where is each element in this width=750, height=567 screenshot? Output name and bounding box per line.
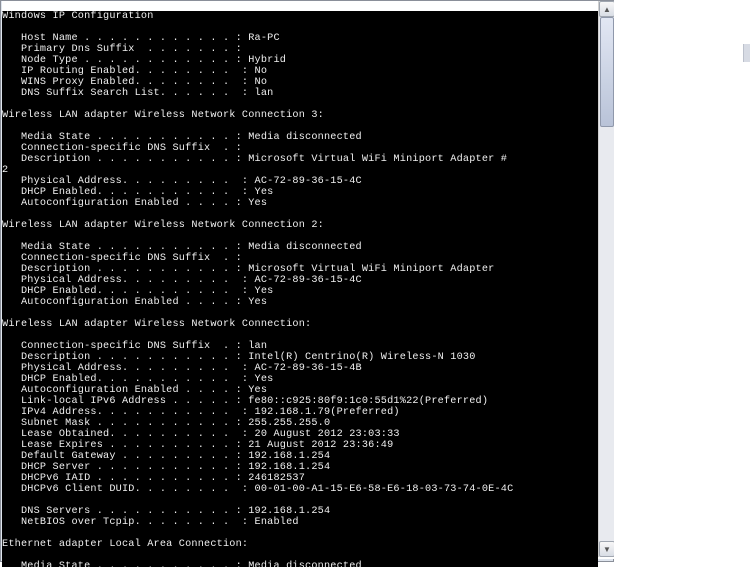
console-output: Windows IP Configuration Host Name . . .… <box>2 11 598 567</box>
scroll-up-button[interactable]: ▲ <box>599 1 615 17</box>
vertical-scrollbar[interactable]: ▲ ▼ <box>598 1 614 557</box>
chevron-up-icon: ▲ <box>603 5 611 14</box>
window-frame: Windows IP Configuration Host Name . . .… <box>0 0 614 562</box>
scroll-down-button[interactable]: ▼ <box>599 541 615 557</box>
host-scroll-indicator <box>743 44 750 62</box>
chevron-down-icon: ▼ <box>603 545 611 554</box>
scrollbar-thumb[interactable] <box>600 17 614 127</box>
scrollbar-track[interactable] <box>599 17 615 541</box>
console-frame: Windows IP Configuration Host Name . . .… <box>2 1 614 559</box>
host-page-area <box>614 0 750 562</box>
